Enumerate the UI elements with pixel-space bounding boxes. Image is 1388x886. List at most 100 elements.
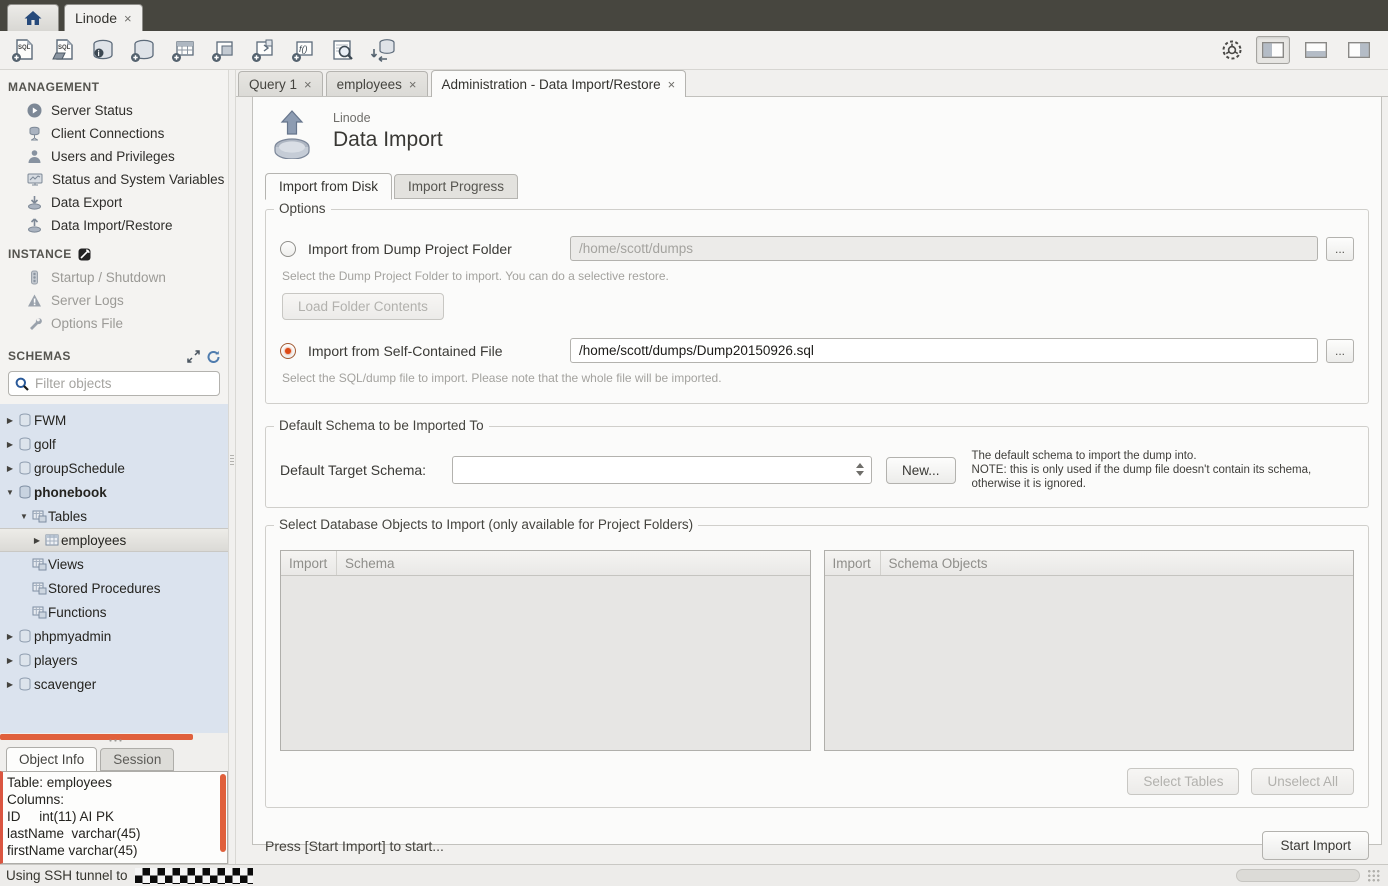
scrollbar-thumb[interactable]: [220, 774, 226, 852]
status-bar: Using SSH tunnel to: [0, 864, 1388, 886]
tree-item-tables-folder[interactable]: ▼ Tables: [0, 504, 228, 528]
stored-procedures-folder-icon: [30, 582, 48, 595]
schemas-import-table[interactable]: Import Schema: [280, 550, 811, 751]
inspect-database-icon[interactable]: i: [88, 35, 118, 65]
tree-item-schema[interactable]: ▶ golf: [0, 432, 228, 456]
search-table-data-icon[interactable]: [328, 35, 358, 65]
options-group: Options Import from Dump Project Folder …: [265, 209, 1369, 404]
schemas-header: SCHEMAS: [0, 335, 228, 368]
sidebar-splitter[interactable]: [228, 70, 236, 864]
sidebar-item-system-variables[interactable]: Status and System Variables: [0, 168, 228, 191]
import-folder-radio[interactable]: [280, 241, 296, 257]
column-header-schema-objects[interactable]: Schema Objects: [881, 556, 988, 571]
tree-item-schema[interactable]: ▶ groupSchedule: [0, 456, 228, 480]
tab-object-info[interactable]: Object Info: [6, 747, 97, 772]
tree-item-schema[interactable]: ▶ phpmyadmin: [0, 624, 228, 648]
sidebar-item-users-privileges[interactable]: Users and Privileges: [0, 145, 228, 168]
expand-arrow-icon[interactable]: ▶: [4, 656, 16, 665]
expand-arrow-icon[interactable]: ▶: [4, 680, 16, 689]
import-file-radio[interactable]: [280, 343, 296, 359]
schema-filter-input[interactable]: [35, 376, 213, 391]
expand-arrow-icon[interactable]: ▶: [4, 632, 16, 641]
table-icon: [43, 534, 61, 546]
select-tables-button[interactable]: Select Tables: [1127, 768, 1239, 795]
browse-file-button[interactable]: ...: [1326, 339, 1354, 363]
tree-item-stored-procedures-folder[interactable]: Stored Procedures: [0, 576, 228, 600]
editor-tabbar: Query 1× employees× Administration - Dat…: [236, 70, 1388, 97]
schema-icon: [16, 413, 34, 427]
statusbar-scrollbar[interactable]: [1236, 869, 1360, 882]
close-icon[interactable]: ×: [409, 77, 417, 92]
scrollbar-thumb[interactable]: [0, 734, 193, 740]
tree-item-schema[interactable]: ▼ phonebook: [0, 480, 228, 504]
create-function-icon[interactable]: f(): [288, 35, 318, 65]
tree-item-label: Stored Procedures: [48, 581, 161, 596]
tree-item-table-employees[interactable]: ▶ employees: [0, 528, 228, 552]
sidebar-item-options-file[interactable]: Options File: [0, 312, 228, 335]
sidebar-item-data-export[interactable]: Data Export: [0, 191, 228, 214]
dump-file-path-field[interactable]: /home/scott/dumps/Dump20150926.sql: [570, 338, 1318, 363]
close-icon[interactable]: ×: [668, 77, 676, 92]
create-view-icon[interactable]: [208, 35, 238, 65]
refresh-schemas-icon[interactable]: [206, 350, 220, 363]
tab-administration-data-import[interactable]: Administration - Data Import/Restore×: [431, 70, 687, 97]
sidebar-item-server-status[interactable]: Server Status: [0, 99, 228, 122]
resize-grip-icon[interactable]: [1367, 869, 1380, 882]
new-schema-button[interactable]: New...: [886, 457, 956, 484]
options-file-icon: [27, 316, 42, 331]
tab-employees[interactable]: employees×: [326, 71, 428, 96]
toggle-left-sidebar-button[interactable]: [1256, 36, 1290, 64]
load-folder-contents-button[interactable]: Load Folder Contents: [282, 293, 444, 320]
tree-item-schema[interactable]: ▶ scavenger: [0, 672, 228, 696]
tab-query-1[interactable]: Query 1×: [238, 71, 323, 96]
new-sql-editor-icon[interactable]: SQL: [8, 35, 38, 65]
sidebar-item-label: Startup / Shutdown: [51, 270, 166, 285]
browse-folder-button[interactable]: ...: [1326, 237, 1354, 261]
client-connections-icon: [27, 126, 42, 141]
close-icon[interactable]: ×: [304, 77, 312, 92]
sidebar-item-server-logs[interactable]: Server Logs: [0, 289, 228, 312]
sidebar-item-data-import[interactable]: Data Import/Restore: [0, 214, 228, 237]
tab-session[interactable]: Session: [100, 748, 174, 771]
instance-header: INSTANCE: [0, 237, 228, 266]
create-schema-icon[interactable]: [128, 35, 158, 65]
toggle-right-sidebar-button[interactable]: [1342, 36, 1376, 64]
expand-arrow-icon[interactable]: ▶: [4, 464, 16, 473]
collapse-arrow-icon[interactable]: ▼: [18, 512, 30, 521]
create-table-icon[interactable]: [168, 35, 198, 65]
schema-icon: [16, 437, 34, 451]
collapse-arrow-icon[interactable]: ▼: [4, 488, 16, 497]
create-procedure-icon[interactable]: [248, 35, 278, 65]
close-icon[interactable]: ×: [124, 11, 132, 26]
home-tab[interactable]: [7, 4, 59, 31]
dump-folder-path-field[interactable]: /home/scott/dumps: [570, 236, 1318, 261]
tab-import-from-disk[interactable]: Import from Disk: [265, 173, 392, 200]
sidebar-item-client-connections[interactable]: Client Connections: [0, 122, 228, 145]
column-header-schema[interactable]: Schema: [337, 556, 395, 571]
expand-arrow-icon[interactable]: ▶: [4, 440, 16, 449]
splitter-grip[interactable]: [108, 739, 122, 742]
tree-item-views-folder[interactable]: Views: [0, 552, 228, 576]
synchronize-database-icon[interactable]: [368, 35, 398, 65]
tree-horizontal-scrollbar[interactable]: [0, 733, 228, 743]
expand-arrow-icon[interactable]: ▶: [4, 416, 16, 425]
main-area: Query 1× employees× Administration - Dat…: [236, 70, 1388, 864]
sidebar-item-startup-shutdown[interactable]: Startup / Shutdown: [0, 266, 228, 289]
schema-objects-import-table[interactable]: Import Schema Objects: [824, 550, 1355, 751]
start-import-button[interactable]: Start Import: [1262, 831, 1369, 860]
tree-item-schema[interactable]: ▶ players: [0, 648, 228, 672]
expand-arrow-icon[interactable]: ▶: [31, 536, 43, 545]
tree-item-functions-folder[interactable]: Functions: [0, 600, 228, 624]
tree-item-schema[interactable]: ▶ FWM: [0, 408, 228, 432]
unselect-all-button[interactable]: Unselect All: [1251, 768, 1354, 795]
spinner-arrows-icon[interactable]: [856, 463, 864, 476]
tab-import-progress[interactable]: Import Progress: [394, 174, 518, 199]
default-target-schema-combobox[interactable]: [452, 456, 872, 484]
open-sql-script-icon[interactable]: SQL: [48, 35, 78, 65]
connection-tab[interactable]: Linode ×: [64, 4, 143, 31]
expand-schemas-icon[interactable]: [187, 350, 200, 363]
tree-item-label: FWM: [34, 413, 66, 428]
column-header-import[interactable]: Import: [825, 551, 881, 575]
toggle-bottom-panel-button[interactable]: [1299, 36, 1333, 64]
column-header-import[interactable]: Import: [281, 551, 337, 575]
